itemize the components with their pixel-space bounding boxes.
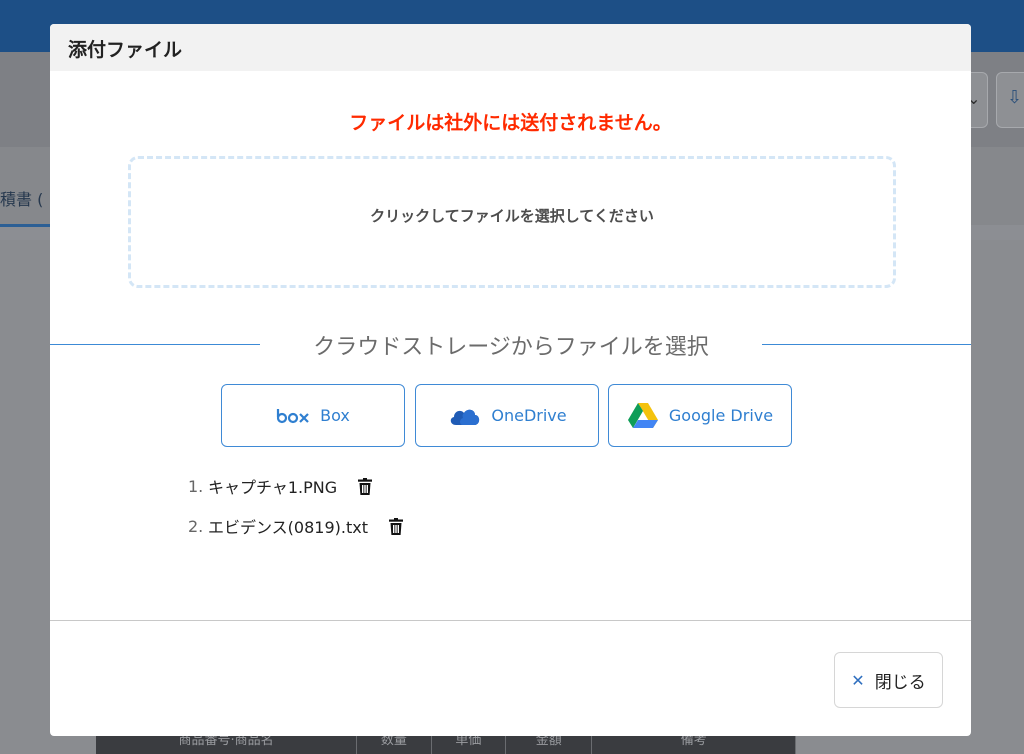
tab-active-indicator — [0, 224, 52, 227]
dialog-footer-divider — [50, 620, 971, 621]
close-button[interactable]: ✕ 閉じる — [834, 652, 943, 708]
dialog-header: 添付ファイル — [50, 24, 971, 71]
close-icon: ✕ — [851, 670, 865, 690]
table-header-product: 商品番号·商品名 — [96, 734, 358, 754]
divider-line-right — [762, 344, 971, 345]
list-item: 2. エビデンス(0819).txt — [188, 514, 403, 538]
tab-estimate[interactable]: 積書 ( — [0, 186, 43, 210]
onedrive-button[interactable]: OneDrive — [415, 384, 599, 447]
toolbar-download-button[interactable]: ⇩ — [996, 72, 1024, 128]
warning-message: ファイルは社外には送付されません。 — [349, 112, 672, 134]
table-header-unit-price: 単価 — [432, 734, 507, 754]
box-logo-icon — [276, 408, 310, 424]
divider-line-left — [50, 344, 260, 345]
onedrive-button-label: OneDrive — [491, 406, 567, 425]
google-drive-icon — [627, 402, 659, 430]
file-dropzone[interactable]: クリックしてファイルを選択してください — [128, 156, 896, 288]
table-header-row: 商品番号·商品名 数量 単価 金額 備考 — [96, 734, 796, 754]
file-number: 2. — [188, 516, 204, 536]
cloud-storage-heading: クラウドストレージからファイルを選択 — [313, 335, 709, 360]
file-number: 1. — [188, 476, 204, 496]
download-icon: ⇩ — [1007, 87, 1023, 108]
close-button-label: 閉じる — [874, 672, 926, 693]
google-drive-button[interactable]: Google Drive — [608, 384, 792, 447]
google-drive-button-label: Google Drive — [668, 406, 774, 425]
file-name: エビデンス(0819).txt — [208, 518, 368, 537]
table-header-amount: 金額 — [506, 734, 593, 754]
table-header-notes: 備考 — [592, 734, 796, 754]
dropzone-label: クリックしてファイルを選択してください — [370, 207, 654, 225]
file-name: キャプチャ1.PNG — [208, 478, 338, 497]
dialog-title: 添付ファイル — [68, 39, 183, 61]
box-button[interactable]: Box — [221, 384, 405, 447]
trash-icon[interactable] — [389, 517, 403, 535]
list-item: 1. キャプチャ1.PNG — [188, 474, 373, 498]
trash-icon[interactable] — [358, 477, 373, 495]
box-button-label: Box — [320, 406, 350, 425]
onedrive-cloud-icon — [447, 405, 481, 427]
attachment-dialog: 添付ファイル ファイルは社外には送付されません。 クリックしてファイルを選択して… — [50, 24, 971, 736]
table-header-quantity: 数量 — [357, 734, 432, 754]
